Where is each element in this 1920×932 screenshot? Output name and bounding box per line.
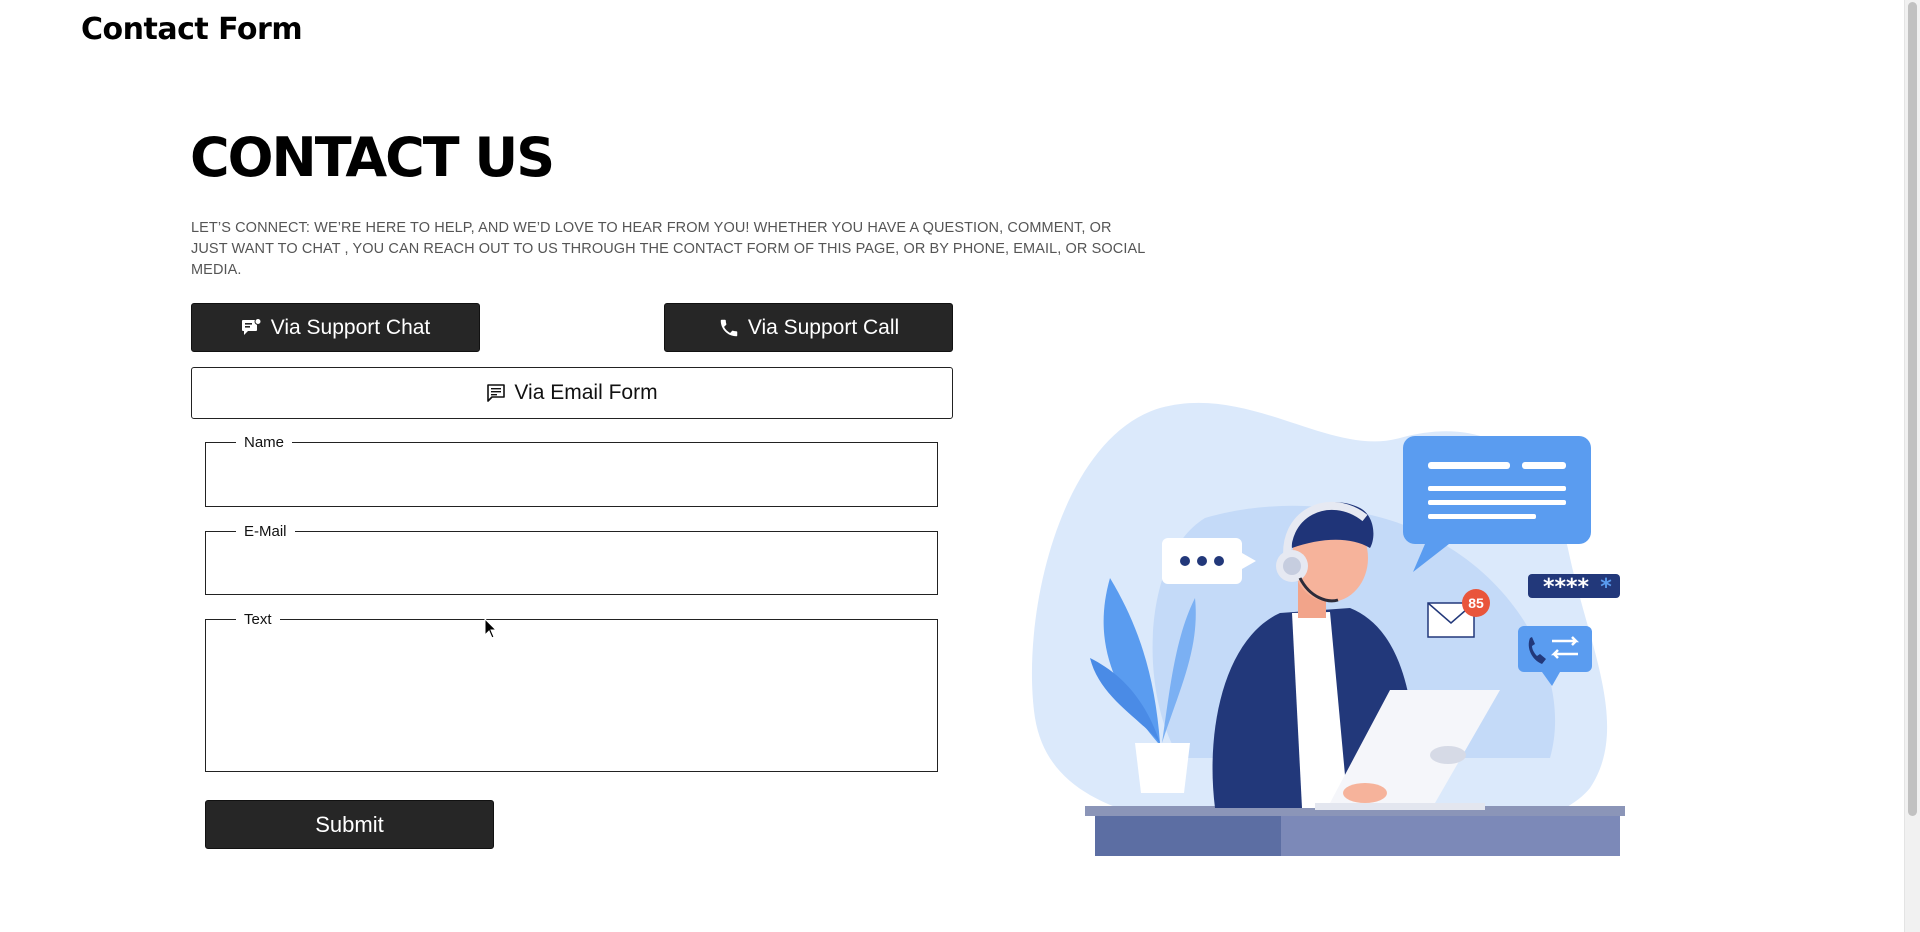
email-label: E-Mail [244,523,287,540]
notification-badge: 85 [1468,595,1484,611]
text-textarea[interactable] [214,628,929,762]
phone-icon [718,317,740,339]
name-fieldset: Name [205,434,938,507]
support-call-label: Via Support Call [747,315,900,339]
brand-title: Contact Form [81,12,303,47]
name-input[interactable] [214,451,929,499]
text-label: Text [244,611,272,628]
support-chat-button[interactable]: Via Support Chat [191,303,480,352]
submit-button[interactable]: Submit [205,800,494,849]
support-call-button[interactable]: Via Support Call [664,303,953,352]
email-input[interactable] [214,540,929,588]
email-form-label: Via Email Form [514,381,658,404]
email-form-button[interactable]: Via Email Form [191,367,953,419]
intro-text: LET’S CONNECT: WE’RE HERE TO HELP, AND W… [191,220,1145,278]
email-fieldset: E-Mail [205,523,938,595]
text-fieldset: Text [205,611,938,772]
scrollbar-thumb[interactable] [1908,2,1917,816]
vertical-scrollbar[interactable] [1904,0,1920,932]
password-mask: **** [1543,575,1590,600]
svg-text:*: * [1600,575,1612,600]
support-chat-label: Via Support Chat [270,315,431,339]
chat-icon [241,317,263,338]
page-title: CONTACT US [190,126,555,189]
message-icon [486,383,506,403]
support-agent-illustration: 85 **** * [1031,402,1625,856]
mouse-cursor-icon [484,618,498,639]
name-label: Name [244,434,285,451]
